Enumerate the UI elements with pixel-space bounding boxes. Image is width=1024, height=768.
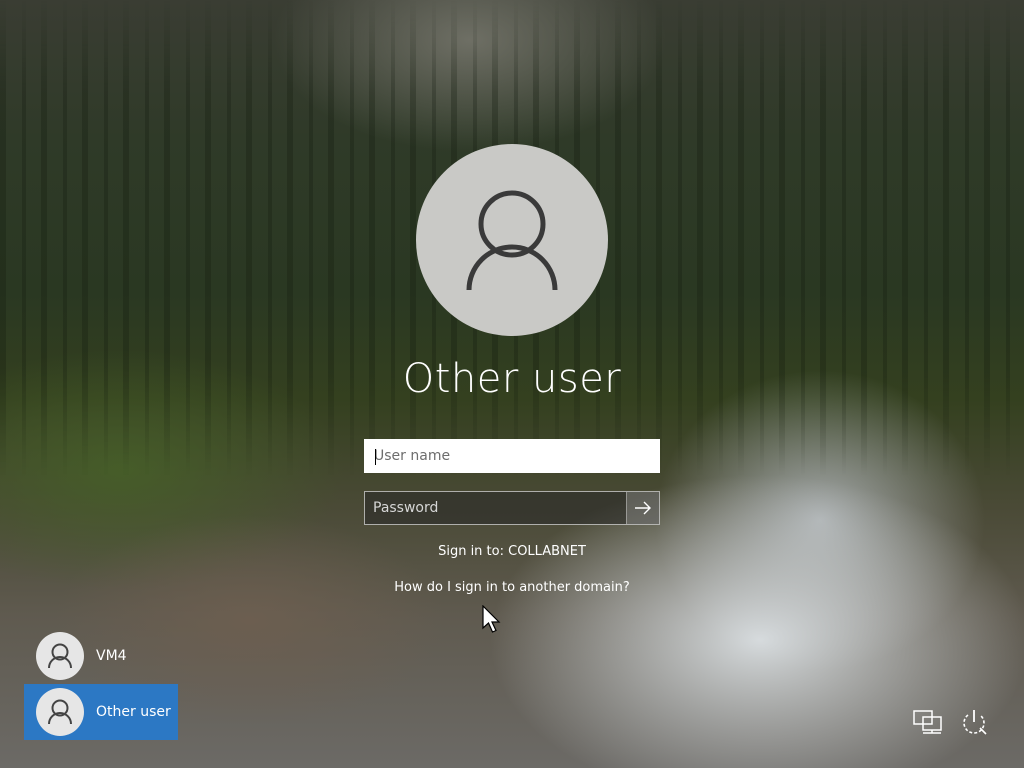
username-field-container[interactable] (364, 439, 660, 473)
user-avatar-small (36, 688, 84, 736)
sign-in-submit-button[interactable] (626, 492, 659, 524)
username-input[interactable] (366, 441, 658, 471)
password-field-container[interactable] (364, 491, 660, 525)
user-tile-other-user[interactable]: Other user (24, 684, 178, 740)
network-icon[interactable] (912, 706, 944, 738)
user-avatar-large (416, 144, 608, 336)
user-tile-label: VM4 (96, 648, 127, 664)
user-tile-vm4[interactable]: VM4 (24, 628, 178, 684)
user-icon (466, 190, 558, 291)
lock-screen: Other user Sign in to: COLLABNET How do … (0, 0, 1024, 768)
sign-in-domain-label: Sign in to: COLLABNET (438, 544, 586, 559)
user-icon (48, 643, 72, 669)
text-caret (375, 449, 376, 465)
arrow-right-icon (635, 501, 651, 515)
user-avatar-small (36, 632, 84, 680)
password-input[interactable] (365, 492, 627, 524)
user-icon (48, 699, 72, 725)
other-domain-help-link[interactable]: How do I sign in to another domain? (312, 580, 712, 595)
mouse-cursor-icon (482, 605, 501, 633)
selected-user-name: Other user (402, 356, 622, 402)
power-icon[interactable] (958, 706, 990, 738)
user-tile-label: Other user (96, 704, 171, 720)
